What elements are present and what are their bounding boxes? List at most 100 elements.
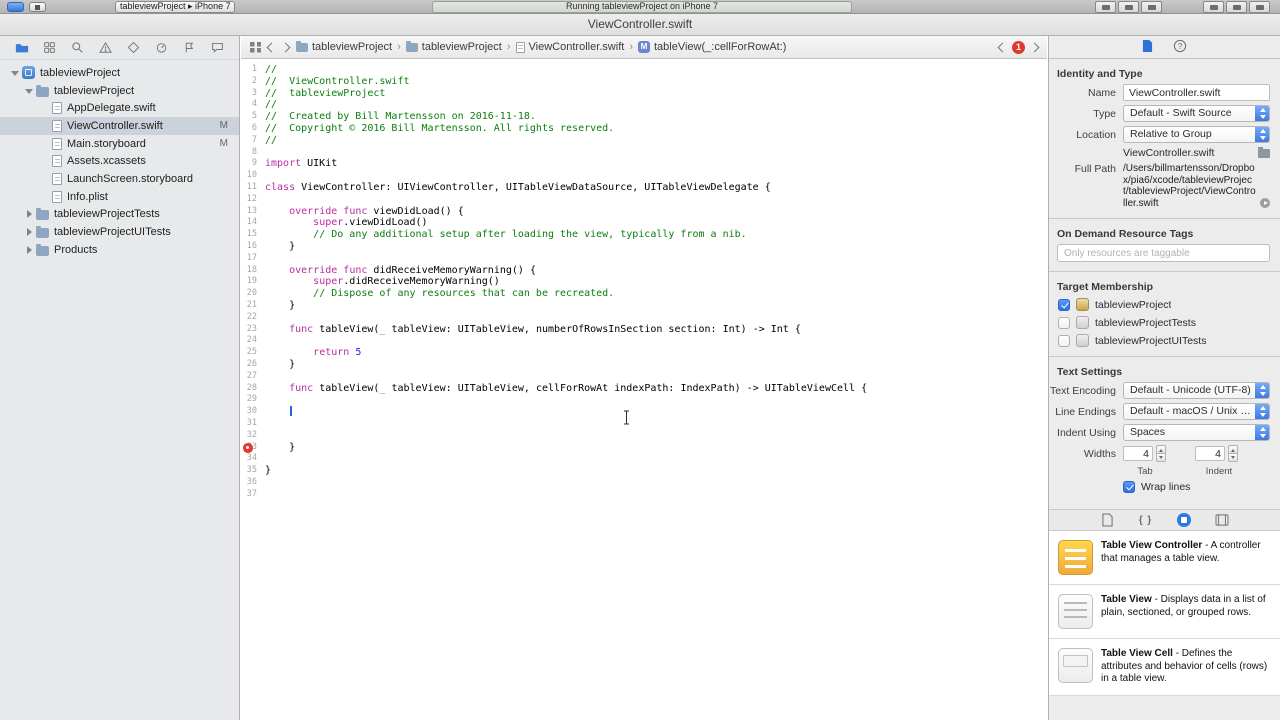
navigator-row[interactable]: tableviewProjectUITests — [0, 223, 239, 241]
reveal-arrow-icon[interactable] — [1260, 198, 1270, 208]
code-line[interactable]: 28 func tableView(_ tableView: UITableVi… — [241, 383, 1047, 395]
code-line[interactable]: 21 } — [241, 300, 1047, 312]
debug-area-toggle-icon[interactable] — [1226, 1, 1247, 13]
editor-mode-buttons[interactable] — [1095, 1, 1162, 13]
previous-issue-icon[interactable] — [997, 42, 1008, 52]
code-line[interactable]: 25 return 5 — [241, 347, 1047, 359]
issue-navigator-icon[interactable] — [98, 40, 113, 55]
inspector-toggle-icon[interactable] — [1249, 1, 1270, 13]
code-line[interactable]: 12 — [241, 194, 1047, 206]
run-button[interactable] — [7, 2, 24, 12]
code-line[interactable]: 10 — [241, 170, 1047, 182]
code-line[interactable]: 16 } — [241, 241, 1047, 253]
folder-icon[interactable] — [1258, 147, 1270, 158]
code-line[interactable]: 3 // tableviewProject — [241, 88, 1047, 100]
code-line[interactable]: 14 super.viewDidLoad() — [241, 217, 1047, 229]
navigator-row[interactable]: Assets.xcassets — [0, 152, 239, 170]
object-library-icon[interactable] — [1176, 512, 1192, 528]
disclosure-triangle-icon[interactable] — [24, 86, 34, 96]
code-line[interactable]: 34 — [241, 453, 1047, 465]
code-line[interactable]: 27 — [241, 371, 1047, 383]
test-navigator-icon[interactable] — [126, 40, 141, 55]
code-line[interactable]: 35} — [241, 465, 1047, 477]
code-line[interactable]: 36 — [241, 477, 1047, 489]
breakpoint-navigator-icon[interactable] — [182, 40, 197, 55]
project-navigator-icon[interactable] — [14, 40, 29, 55]
wrap-lines-checkbox[interactable] — [1123, 481, 1135, 493]
panel-toggle-buttons[interactable] — [1203, 1, 1270, 13]
breadcrumb-item[interactable]: MtableView(_:cellForRowAt:) — [637, 41, 786, 53]
code-line[interactable]: 7 // — [241, 135, 1047, 147]
code-line[interactable]: 31 — [241, 418, 1047, 430]
target-checkbox[interactable] — [1058, 334, 1070, 347]
navigator-row[interactable]: tableviewProject — [0, 64, 239, 82]
next-issue-icon[interactable] — [1029, 42, 1040, 52]
code-line[interactable]: 9 import UIKit — [241, 158, 1047, 170]
breadcrumb-item[interactable]: tableviewProject — [296, 41, 392, 53]
code-line[interactable]: 26 } — [241, 359, 1047, 371]
navigator-row[interactable]: Info.plist — [0, 188, 239, 206]
code-line[interactable]: 32 — [241, 430, 1047, 442]
target-checkbox[interactable] — [1058, 316, 1070, 329]
code-line[interactable]: 23 func tableView(_ tableView: UITableVi… — [241, 324, 1047, 336]
file-inspector-icon[interactable] — [1142, 39, 1153, 56]
code-line[interactable]: 15 // Do any additional setup after load… — [241, 229, 1047, 241]
code-line[interactable]: 17 — [241, 253, 1047, 265]
code-line[interactable]: 20 // Dispose of any resources that can … — [241, 288, 1047, 300]
tab-width-stepper[interactable] — [1156, 445, 1166, 462]
file-template-library-icon[interactable] — [1100, 512, 1116, 528]
indent-width-stepper[interactable] — [1228, 445, 1238, 462]
navigator-toggle-icon[interactable] — [1203, 1, 1224, 13]
disclosure-triangle-icon[interactable] — [24, 227, 34, 237]
stop-button[interactable] — [29, 2, 46, 12]
standard-editor-icon[interactable] — [1095, 1, 1116, 13]
quick-help-icon[interactable]: ? — [1173, 39, 1187, 56]
disclosure-triangle-icon[interactable] — [10, 68, 20, 78]
stepper-down-icon[interactable] — [1228, 454, 1238, 462]
code-line[interactable]: 37 — [241, 489, 1047, 501]
forward-chevron-icon[interactable] — [280, 42, 291, 52]
version-editor-icon[interactable] — [1141, 1, 1162, 13]
name-field[interactable]: ViewController.swift — [1123, 84, 1270, 101]
media-library-icon[interactable] — [1214, 512, 1230, 528]
navigator-row[interactable]: Products — [0, 241, 239, 259]
navigator-row[interactable]: tableviewProject — [0, 82, 239, 100]
navigator-row[interactable]: tableviewProjectTests — [0, 206, 239, 224]
code-line[interactable]: 5 // Created by Bill Martensson on 2016-1… — [241, 111, 1047, 123]
type-popup[interactable]: Default - Swift Source — [1123, 105, 1270, 122]
library-item[interactable]: Table View Controller - A controller tha… — [1049, 531, 1280, 585]
code-line[interactable]: 24 — [241, 335, 1047, 347]
indent-using-popup[interactable]: Spaces — [1123, 424, 1270, 441]
navigator-row[interactable]: Main.storyboard M — [0, 135, 239, 153]
code-line[interactable]: 4 // — [241, 99, 1047, 111]
symbol-navigator-icon[interactable] — [42, 40, 57, 55]
code-line[interactable]: 29 — [241, 394, 1047, 406]
code-line[interactable]: 11 class ViewController: UIViewController… — [241, 182, 1047, 194]
related-items-icon[interactable] — [250, 41, 261, 53]
breadcrumb-item[interactable]: ViewController.swift — [515, 41, 624, 53]
code-line[interactable]: 1 // — [241, 64, 1047, 76]
scheme-selector[interactable]: tableviewProject ▸ iPhone 7 — [115, 1, 235, 13]
disclosure-triangle-icon[interactable] — [24, 245, 34, 255]
code-line[interactable]: 30 — [241, 406, 1047, 418]
assistant-editor-icon[interactable] — [1118, 1, 1139, 13]
line-endings-popup[interactable]: Default - macOS / Unix (LF) — [1123, 403, 1270, 420]
code-line[interactable]: 19 super.didReceiveMemoryWarning() — [241, 276, 1047, 288]
code-line[interactable]: 22 — [241, 312, 1047, 324]
code-editor[interactable]: 1 // 2 // ViewController.swift 3 // tableview… — [241, 60, 1047, 720]
issue-count-badge[interactable]: 1 — [1012, 40, 1025, 54]
navigator-row[interactable]: AppDelegate.swift — [0, 99, 239, 117]
target-checkbox[interactable] — [1058, 298, 1070, 311]
debug-navigator-icon[interactable] — [154, 40, 169, 55]
breadcrumb-item[interactable]: tableviewProject — [405, 41, 502, 53]
indent-width-field[interactable]: 4 — [1195, 446, 1225, 461]
code-snippet-library-icon[interactable]: { } — [1138, 512, 1154, 528]
report-navigator-icon[interactable] — [210, 40, 225, 55]
back-chevron-icon[interactable] — [266, 42, 277, 52]
disclosure-triangle-icon[interactable] — [24, 209, 34, 219]
stepper-down-icon[interactable] — [1156, 454, 1166, 462]
tab-width-field[interactable]: 4 — [1123, 446, 1153, 461]
encoding-popup[interactable]: Default - Unicode (UTF-8) — [1123, 382, 1270, 399]
code-line[interactable]: 13 override func viewDidLoad() { — [241, 206, 1047, 218]
navigator-row[interactable]: ViewController.swift M — [0, 117, 239, 135]
